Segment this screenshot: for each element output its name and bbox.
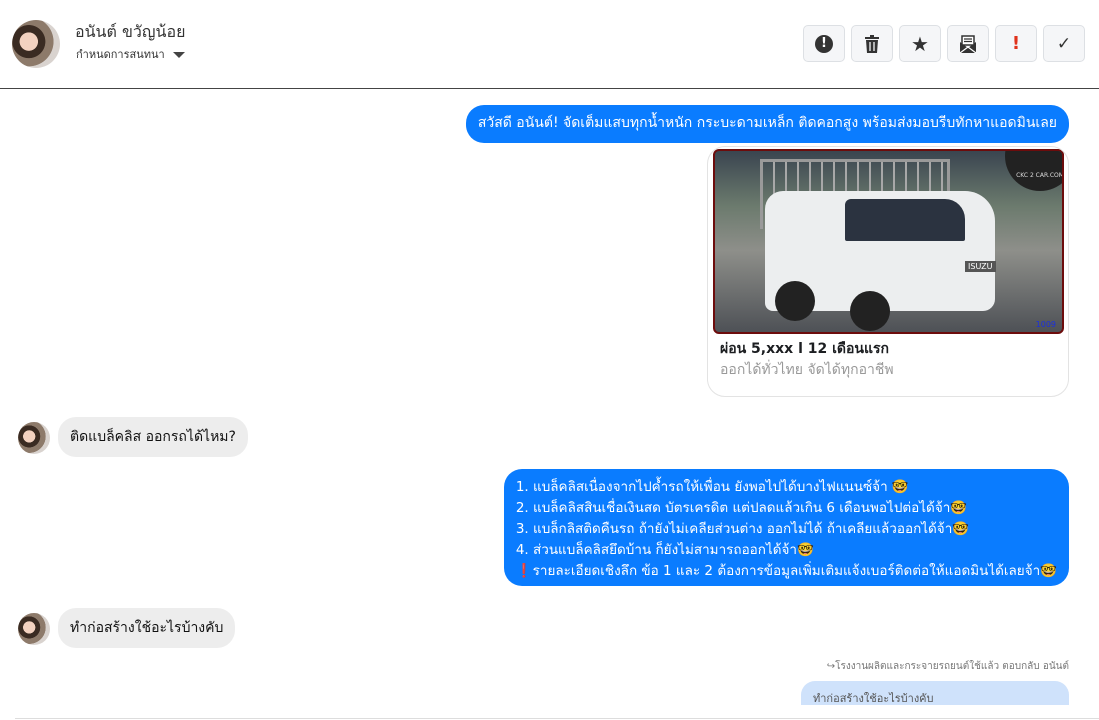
card-subtitle: ออกได้ทั่วไทย จัดได้ทุกอาชีพ: [720, 362, 894, 378]
message-line: 3. แบล็กลิสติดคืนรถ ถ้ายังไม่เคลียส่วนต่…: [515, 521, 970, 537]
schedule-label: กำหนดการสนทนา: [76, 48, 165, 61]
exclamation-icon: !: [1011, 33, 1021, 54]
message-line: 4. ส่วนแบล็คลิสยึดบ้าน ก็ยังไม่สามารถออก…: [515, 542, 814, 558]
message-line: 1. แบล็คลิสเนื่องจากไปค้ำรถให้เพื่อน ยัง…: [515, 479, 909, 495]
incoming-message: ติดแบล็คลิส ออกรถได้ไหม?: [58, 417, 248, 457]
alert-circle-icon: !: [815, 34, 833, 53]
important-button[interactable]: !: [995, 25, 1037, 62]
incoming-message: ทำก่อสร้างใช้อะไรบ้างคับ: [58, 608, 236, 648]
outgoing-message: สวัสดี อนันต์! จัดเต็มแสบทุกน้ำหนัก กระบ…: [465, 105, 1069, 143]
image-number: 1009: [1035, 320, 1056, 329]
wheel: [850, 291, 890, 331]
contact-name: อนันต์ ขวัญน้อย: [75, 22, 186, 41]
done-button[interactable]: ✓: [1043, 25, 1085, 62]
divider: [15, 718, 1099, 719]
star-icon: ★: [911, 31, 929, 56]
mail-open-icon: [959, 34, 977, 53]
truck-window: [845, 199, 965, 241]
toolbar: ! ★ ! ✓: [803, 25, 1085, 62]
check-icon: ✓: [1056, 33, 1072, 54]
outgoing-message-list: 1. แบล็คลิสเนื่องจากไปค้ำรถให้เพื่อน ยัง…: [503, 469, 1069, 586]
delete-button[interactable]: [851, 25, 893, 62]
product-card[interactable]: CKC 2 CAR.COM ISUZU 1009 ผ่อน 5,xxx l 12…: [707, 146, 1069, 397]
sender-avatar: [18, 613, 50, 645]
schedule-dropdown[interactable]: กำหนดการสนทนา: [76, 45, 185, 63]
mark-unread-button[interactable]: [947, 25, 989, 62]
report-button[interactable]: !: [803, 25, 845, 62]
trash-icon: [865, 34, 879, 53]
contact-avatar[interactable]: [12, 20, 60, 68]
conversation-header: อนันต์ ขวัญน้อย กำหนดการสนทนา ! ★ ! ✓: [0, 0, 1099, 89]
card-title: ผ่อน 5,xxx l 12 เดือนแรก: [720, 341, 889, 357]
sender-avatar: [18, 422, 50, 454]
logo-badge: CKC 2 CAR.COM: [1005, 151, 1062, 191]
message-line: 2. แบล็คลิสสินเชื่อเงินสด บัตรเครดิต แต่…: [515, 500, 968, 516]
brand-badge: ISUZU: [965, 261, 996, 272]
truck-image: CKC 2 CAR.COM ISUZU 1009: [713, 149, 1064, 334]
reply-quote[interactable]: ทำก่อสร้างใช้อะไรบ้างคับ: [801, 681, 1069, 705]
star-button[interactable]: ★: [899, 25, 941, 62]
reply-note: ↪โรงงานผลิตและกระจายรถยนต์ใช้แล้ว ตอบกลั…: [826, 661, 1069, 672]
wheel: [775, 281, 815, 321]
caret-down-icon: [172, 52, 185, 58]
message-line: ❗รายละเอียดเชิงลึก ข้อ 1 และ 2 ต้องการข้…: [515, 563, 1057, 579]
